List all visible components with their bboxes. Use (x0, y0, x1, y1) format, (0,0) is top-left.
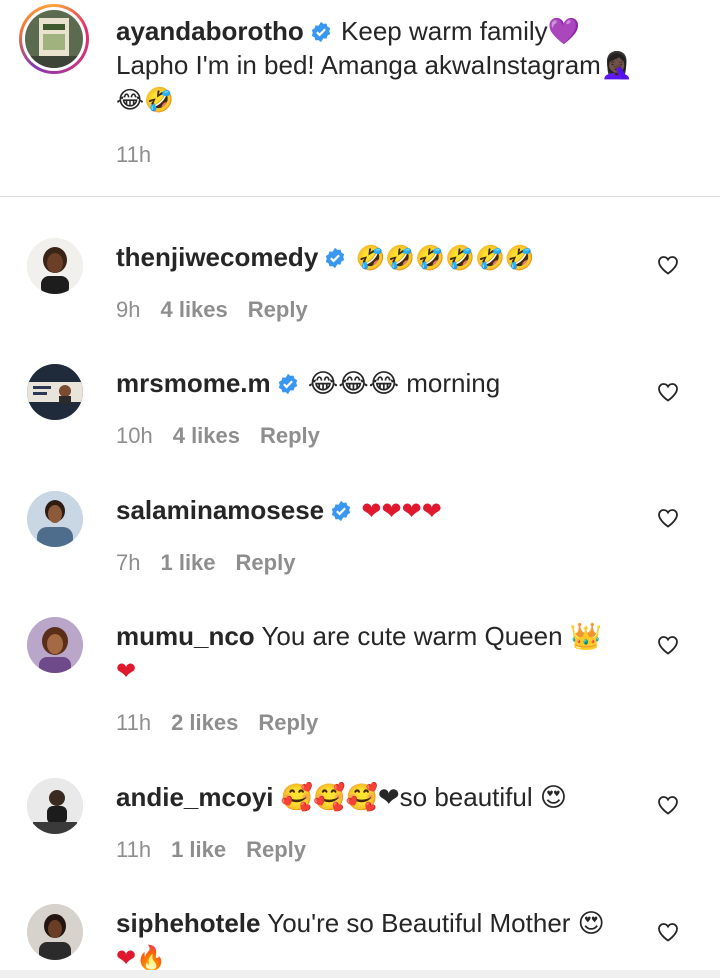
comment-3: salaminamosese ❤❤❤❤ (116, 493, 640, 528)
comment-4: mumu_nco You are cute warm Queen 👑 ❤ (116, 619, 640, 688)
heart-icon[interactable] (656, 920, 680, 944)
comment-text: 🥰🥰🥰❤so beautiful 😍 (280, 782, 567, 812)
comment-username[interactable]: salaminamosese (116, 495, 324, 525)
comment-text: You are cute warm Queen 👑 (261, 621, 603, 651)
verified-icon (278, 373, 297, 395)
reply-button[interactable]: Reply (246, 837, 306, 862)
reply-button[interactable]: Reply (248, 297, 308, 322)
comment-text: 🤣🤣🤣🤣🤣🤣 (355, 244, 535, 272)
verified-icon (311, 21, 330, 43)
avatar[interactable] (27, 491, 83, 547)
comment-likes[interactable]: 4 likes (160, 297, 227, 322)
comment-time: 11h (116, 837, 152, 862)
heart-icon[interactable] (656, 506, 680, 530)
post-time: 11h (116, 142, 152, 167)
caption-line-2: Lapho I'm in bed! Amanga akwaInstagram🤦🏿… (116, 50, 634, 80)
comment-text-line-2: ❤ (116, 657, 137, 685)
avatar[interactable] (27, 364, 83, 420)
comment-text: You're so Beautiful Mother 😍 (267, 908, 605, 938)
comment-meta: 11h 2 likes Reply (116, 708, 338, 738)
comment-time: 9h (116, 297, 141, 322)
comment-meta: 9h 4 likes Reply (116, 295, 328, 325)
comment-meta: 10h 4 likes Reply (116, 421, 340, 451)
comment-6: siphehotele You're so Beautiful Mother 😍… (116, 906, 640, 975)
comment-text-line-2: ❤🔥 (116, 944, 166, 972)
bottom-edge (0, 970, 720, 978)
comment-username[interactable]: mrsmome.m (116, 368, 271, 398)
reply-button[interactable]: Reply (258, 710, 318, 735)
owner-avatar-ring[interactable] (19, 4, 89, 74)
post-meta: 11h (116, 140, 171, 170)
comment-time: 7h (116, 550, 141, 575)
comment-text: 😂😂😂 morning (307, 368, 501, 398)
comment-likes[interactable]: 1 like (171, 837, 226, 862)
comment-username[interactable]: mumu_nco (116, 621, 255, 651)
reply-button[interactable]: Reply (260, 423, 320, 448)
caption-line-3: 😂🤣 (116, 86, 174, 114)
comment-5: andie_mcoyi 🥰🥰🥰❤so beautiful 😍 (116, 780, 640, 814)
avatar[interactable] (27, 617, 83, 673)
post-username[interactable]: ayandaborotho (116, 16, 304, 46)
comment-username[interactable]: thenjiwecomedy (116, 242, 318, 272)
comment-username[interactable]: siphehotele (116, 908, 260, 938)
comment-2: mrsmome.m 😂😂😂 morning (116, 366, 640, 400)
verified-icon (326, 247, 345, 269)
avatar[interactable] (27, 238, 83, 294)
comment-1: thenjiwecomedy 🤣🤣🤣🤣🤣🤣 (116, 240, 640, 275)
comment-text: ❤❤❤❤ (361, 497, 442, 525)
comment-likes[interactable]: 4 likes (173, 423, 240, 448)
comment-meta: 11h 1 like Reply (116, 835, 326, 865)
divider (0, 196, 720, 197)
post-caption: ayandaborotho Keep warm family💜 Lapho I'… (116, 14, 640, 117)
heart-icon[interactable] (656, 253, 680, 277)
caption-line-1: Keep warm family💜 (341, 16, 581, 46)
comment-likes[interactable]: 1 like (160, 550, 215, 575)
comment-meta: 7h 1 like Reply (116, 548, 315, 578)
heart-icon[interactable] (656, 633, 680, 657)
comment-username[interactable]: andie_mcoyi (116, 782, 274, 812)
reply-button[interactable]: Reply (236, 550, 296, 575)
verified-icon (331, 500, 351, 522)
comment-likes[interactable]: 2 likes (171, 710, 238, 735)
comment-time: 11h (116, 710, 152, 735)
avatar[interactable] (27, 904, 83, 960)
comment-time: 10h (116, 423, 153, 448)
heart-icon[interactable] (656, 380, 680, 404)
avatar[interactable] (27, 778, 83, 834)
heart-icon[interactable] (656, 793, 680, 817)
owner-avatar[interactable] (25, 10, 83, 68)
